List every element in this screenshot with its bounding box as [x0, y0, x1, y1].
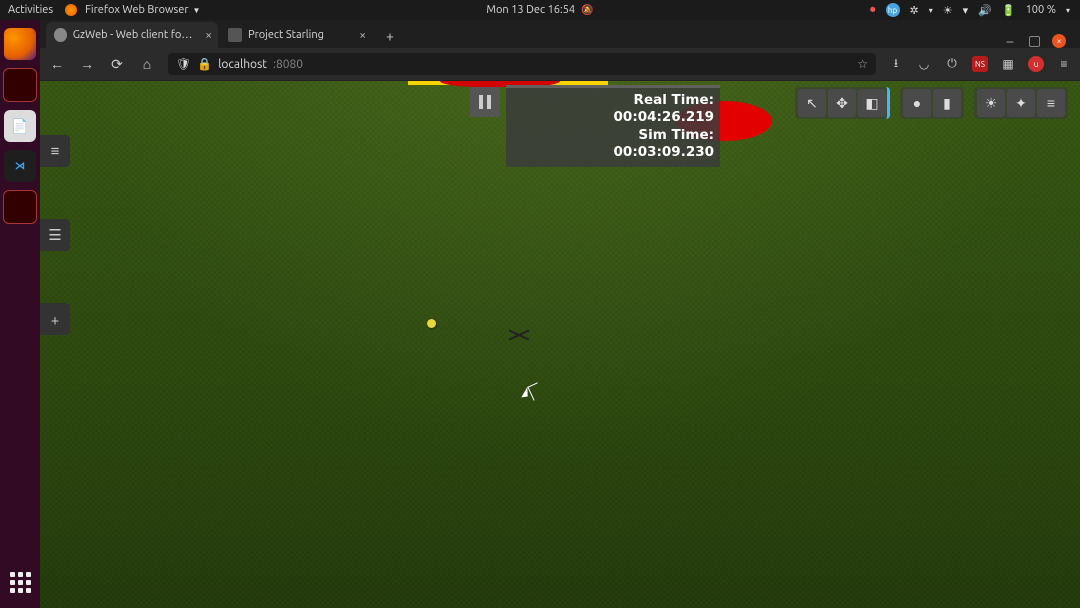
sim-time-value: 00:03:09.230	[512, 144, 714, 161]
tree-icon: ☰	[48, 226, 61, 244]
nav-toolbar: ← → ⟳ ⌂ 🛡 🔒 localhost:8080 ☆ ⭳ ◡ ⏻ NS ▦ …	[40, 48, 1080, 81]
ext-ublock-icon[interactable]: u	[1028, 56, 1044, 72]
ubuntu-dock: 📄 ⋊	[0, 20, 40, 608]
select-mode-button[interactable]: ↖	[798, 89, 826, 117]
reload-button[interactable]: ⟳	[108, 56, 126, 73]
screencast-icon[interactable]: ⏺	[870, 4, 876, 17]
power-icon[interactable]: ⏻	[944, 56, 960, 72]
notification-off-icon: 🔕	[581, 4, 593, 16]
pointer-icon: ↖	[806, 95, 818, 112]
time-panel: Real Time: 00:04:26.219 Sim Time: 00:03:…	[506, 85, 720, 167]
accessibility-icon[interactable]: ✲	[910, 4, 919, 17]
home-button[interactable]: ⌂	[138, 56, 156, 72]
battery-icon[interactable]: 🔋	[1002, 4, 1016, 17]
back-button[interactable]: ←	[48, 56, 66, 72]
tab-gzweb[interactable]: GzWeb - Web client for G… ×	[46, 22, 218, 48]
chevron-down-icon: ▾	[1066, 6, 1070, 15]
forward-button[interactable]: →	[78, 56, 96, 72]
tab-label: GzWeb - Web client for G…	[73, 29, 194, 41]
insert-sun-button[interactable]: ☀	[977, 89, 1005, 117]
gazebo-viewport[interactable]: ≡ ☰ + Real Time: 00:04:26.219 Sim Time: …	[40, 81, 1080, 608]
close-tab-icon[interactable]: ×	[359, 29, 366, 42]
pause-icon	[479, 95, 491, 109]
side-add-tab[interactable]: +	[40, 303, 70, 335]
dock-show-apps[interactable]	[4, 566, 36, 598]
scene-marker-yellow	[427, 319, 436, 328]
insert-spot-button[interactable]: ✦	[1007, 89, 1035, 117]
firefox-icon	[65, 4, 77, 16]
window-minimize[interactable]: –	[1003, 34, 1017, 48]
volume-icon[interactable]: 🔊	[978, 4, 992, 17]
plus-icon: +	[51, 311, 59, 328]
new-tab-button[interactable]: +	[378, 24, 402, 48]
side-menu-tab[interactable]: ≡	[40, 135, 70, 167]
chevron-down-icon: ▼	[193, 6, 201, 15]
close-tab-icon[interactable]: ×	[205, 29, 212, 42]
box-icon: ▮	[943, 95, 951, 112]
pocket-icon[interactable]: ◡	[916, 56, 932, 72]
clock[interactable]: Mon 13 Dec 16:54	[486, 4, 575, 16]
url-bar[interactable]: 🛡 🔒 localhost :8080 ☆	[168, 53, 876, 75]
dock-terminal-2[interactable]	[3, 190, 37, 224]
page-icon	[228, 28, 242, 42]
dock-vscode[interactable]: ⋊	[4, 150, 36, 182]
firefox-window: GzWeb - Web client for G… × Project Star…	[40, 20, 1080, 608]
insert-shape-group: ● ▮	[900, 87, 964, 119]
url-host: localhost	[218, 58, 267, 71]
manip-mode-group: ↖ ✥ ◧	[795, 87, 890, 119]
side-tree-tab[interactable]: ☰	[40, 219, 70, 251]
window-close[interactable]: ×	[1052, 34, 1066, 48]
wifi-icon[interactable]: ▾	[963, 4, 969, 17]
window-maximize[interactable]	[1029, 36, 1040, 47]
tab-starling[interactable]: Project Starling ×	[220, 22, 372, 48]
download-icon[interactable]: ⭳	[888, 56, 904, 72]
chevron-down-icon: ▾	[929, 6, 933, 15]
activities-button[interactable]: Activities	[8, 4, 53, 16]
dock-files[interactable]: 📄	[4, 110, 36, 142]
sim-time-label: Sim Time:	[512, 127, 714, 144]
battery-text: 100 %	[1026, 4, 1056, 16]
bookmark-star-icon[interactable]: ☆	[857, 57, 868, 71]
tab-strip: GzWeb - Web client for G… × Project Star…	[40, 20, 1080, 48]
scene-drone	[508, 328, 530, 342]
real-time-value: 00:04:26.219	[512, 109, 714, 126]
app-menu[interactable]: Firefox Web Browser ▼	[65, 4, 200, 16]
lock-icon: 🔒	[197, 57, 212, 71]
real-time-label: Real Time:	[512, 92, 714, 109]
sphere-icon: ●	[913, 95, 921, 111]
hp-icon: hp	[886, 3, 900, 17]
move-icon: ✥	[836, 95, 848, 112]
tab-label: Project Starling	[248, 29, 324, 41]
ext-generic-icon[interactable]: ▦	[1000, 56, 1016, 72]
ext-noscript-icon[interactable]: NS	[972, 56, 988, 72]
brightness-icon[interactable]: ☀	[943, 4, 953, 17]
mouse-cursor	[527, 382, 543, 400]
insert-directional-button[interactable]: ≡	[1037, 89, 1065, 117]
insert-sphere-button[interactable]: ●	[903, 89, 931, 117]
shield-icon: 🛡	[176, 57, 191, 71]
spot-icon: ✦	[1015, 95, 1027, 112]
globe-icon	[54, 28, 67, 42]
dock-terminal[interactable]	[3, 68, 37, 102]
rotate-mode-button[interactable]: ◧	[858, 89, 886, 117]
dock-firefox[interactable]	[4, 28, 36, 60]
gnome-top-bar: Activities Firefox Web Browser ▼ Mon 13 …	[0, 0, 1080, 20]
url-port: :8080	[273, 58, 303, 71]
pause-button[interactable]	[470, 87, 500, 117]
rotate-icon: ◧	[865, 95, 878, 112]
parallel-icon: ≡	[1047, 95, 1055, 111]
insert-light-group: ☀ ✦ ≡	[974, 87, 1068, 119]
menu-icon: ≡	[51, 142, 60, 160]
sun-icon: ☀	[985, 95, 998, 112]
insert-box-button[interactable]: ▮	[933, 89, 961, 117]
manipulation-toolbar: ↖ ✥ ◧ ● ▮ ☀ ✦ ≡	[795, 87, 1068, 119]
translate-mode-button[interactable]: ✥	[828, 89, 856, 117]
hamburger-menu-icon[interactable]: ≡	[1056, 56, 1072, 72]
app-menu-label: Firefox Web Browser	[85, 4, 188, 16]
